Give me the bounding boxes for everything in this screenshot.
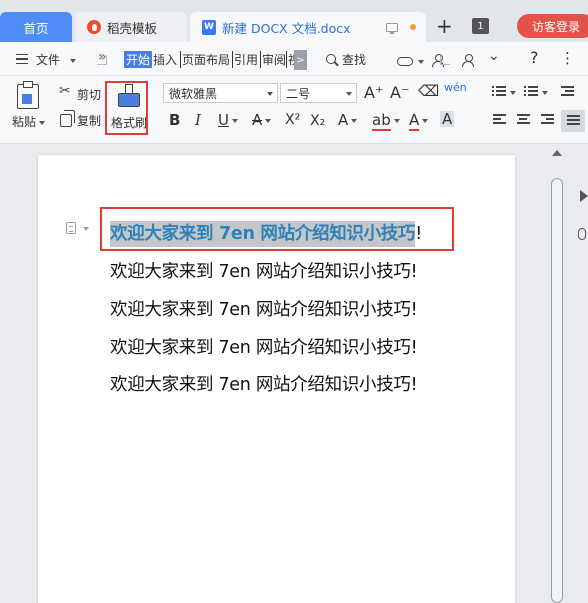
cloud-icon[interactable]: [397, 57, 413, 66]
chevron-down-icon: [69, 58, 76, 63]
cut-button[interactable]: 剪切: [77, 86, 101, 103]
search-icon: [326, 54, 336, 64]
chevron-down-icon: [267, 92, 273, 96]
char-shading-button[interactable]: A: [440, 111, 455, 127]
italic-button[interactable]: I: [195, 112, 201, 128]
decrease-indent-icon[interactable]: [561, 86, 574, 98]
guest-login-button[interactable]: 访客登录: [517, 14, 588, 38]
tab-home-label: 首页: [23, 20, 49, 36]
pinyin-guide-button[interactable]: wén: [444, 80, 467, 96]
text-effect-dropdown-icon: [351, 118, 358, 123]
paste-dropdown-icon: [39, 120, 46, 125]
document-line[interactable]: 欢迎大家来到 7en 网站介绍知识小技巧!: [110, 296, 418, 321]
tab-template-label: 稻壳模板: [107, 20, 158, 36]
window-count-badge[interactable]: 1: [472, 18, 489, 34]
highlight-label: ab: [372, 111, 391, 131]
tab-start[interactable]: 开始: [124, 51, 153, 68]
font-name-value: 微软雅黑: [169, 86, 218, 101]
chevron-down-icon: [346, 92, 352, 96]
paste-button[interactable]: 粘贴: [12, 113, 46, 130]
bullet-dropdown-icon[interactable]: [510, 91, 516, 95]
shrink-font-button[interactable]: A⁻: [390, 85, 409, 101]
align-left-icon[interactable]: [493, 114, 506, 126]
menu-bar: 文件 » 开始 插入 页面布局 引用 审阅 视 > 查找 ⌄ ? ⋮: [0, 42, 588, 76]
justify-icon: [567, 115, 580, 127]
side-panel-clip-icon[interactable]: [578, 228, 586, 240]
bullet-list-icon[interactable]: [492, 86, 506, 98]
copy-button[interactable]: 复制: [77, 112, 101, 129]
font-color-dropdown-icon: [422, 118, 429, 123]
tab-page-layout[interactable]: 页面布局: [180, 51, 230, 68]
tab-insert[interactable]: 插入: [153, 51, 177, 68]
new-tab-button[interactable]: +: [436, 16, 453, 36]
font-size-value: 二号: [286, 86, 311, 101]
vertical-scrollbar[interactable]: [551, 178, 563, 603]
scissors-icon: ✂: [59, 83, 71, 99]
document-line[interactable]: 欢迎大家来到 7en 网站介绍知识小技巧!: [110, 334, 418, 359]
strikethrough-label: A: [252, 111, 263, 129]
document-line[interactable]: 欢迎大家来到 7en 网站介绍知识小技巧!: [110, 258, 418, 283]
more-tools-chevron-icon[interactable]: ⌄: [488, 48, 500, 64]
tab-home[interactable]: 首页: [0, 12, 72, 42]
align-right-icon[interactable]: [541, 114, 554, 126]
clear-format-eraser-icon[interactable]: ⌫: [418, 83, 439, 99]
copy-icon: [60, 110, 75, 127]
font-name-select[interactable]: 微软雅黑: [163, 83, 278, 103]
share-user-icon[interactable]: [462, 54, 474, 67]
numbered-dropdown-icon[interactable]: [542, 91, 548, 95]
unsaved-dot-icon: [410, 24, 416, 30]
tab-view[interactable]: 视: [286, 51, 294, 68]
underline-button[interactable]: U: [218, 112, 238, 128]
tab-template[interactable]: 稻壳模板: [75, 12, 187, 42]
document-line[interactable]: 欢迎大家来到 7en 网站介绍知识小技巧!: [110, 371, 418, 396]
hamburger-menu-icon[interactable]: [16, 54, 28, 64]
monitor-icon[interactable]: [386, 22, 398, 34]
highlight-button[interactable]: ab: [372, 111, 400, 131]
paste-label: 粘贴: [12, 115, 37, 129]
paragraph-handle-icon[interactable]: [66, 222, 76, 234]
underline-label: U: [218, 111, 229, 129]
ribbon-toolbar: 粘贴 ✂ 剪切 复制 格式刷 微软雅黑 二号 A⁺ A⁻ ⌫ wén B I U…: [0, 76, 588, 144]
cloud-dropdown-icon[interactable]: [418, 60, 424, 64]
align-center-icon[interactable]: [517, 114, 530, 126]
margin-corner-mark: [440, 55, 450, 65]
highlight-dropdown-icon: [393, 118, 400, 123]
numbered-list-icon[interactable]: [524, 86, 538, 98]
search-label[interactable]: 查找: [342, 51, 366, 68]
margin-corner-mark: [97, 55, 107, 65]
font-size-select[interactable]: 二号: [280, 83, 357, 103]
file-menu-label: 文件: [36, 53, 61, 67]
file-menu[interactable]: 文件: [36, 51, 76, 68]
font-color-label: A: [409, 111, 420, 131]
font-color-button[interactable]: A: [409, 111, 429, 131]
paragraph-handle-dropdown-icon[interactable]: [83, 227, 89, 231]
format-painter-highlight-frame: [105, 81, 148, 135]
superscript-button[interactable]: X²: [285, 112, 300, 128]
grow-font-button[interactable]: A⁺: [364, 85, 383, 101]
scroll-up-arrow-icon[interactable]: [552, 150, 562, 156]
tabs-overflow-button[interactable]: >: [294, 50, 307, 70]
help-icon[interactable]: ?: [530, 48, 539, 67]
strikethrough-dropdown-icon: [265, 118, 272, 123]
word-doc-icon: W: [202, 19, 216, 35]
more-options-icon[interactable]: ⋮: [560, 49, 575, 67]
justify-button[interactable]: [561, 110, 585, 132]
side-panel-arrow-icon[interactable]: [580, 190, 588, 202]
bold-button[interactable]: B: [169, 112, 180, 128]
title-tab-bar: 首页 稻壳模板 W 新建 DOCX 文档.docx + 1 访客登录: [0, 0, 588, 42]
tab-document-label: 新建 DOCX 文档.docx: [222, 20, 351, 36]
underline-dropdown-icon: [231, 118, 238, 123]
strikethrough-button[interactable]: A: [252, 111, 272, 129]
tab-review[interactable]: 审阅: [260, 51, 286, 68]
paste-icon[interactable]: [17, 81, 39, 109]
text-effect-label: A: [338, 111, 349, 129]
docer-logo-icon: [87, 20, 101, 34]
subscript-button[interactable]: X₂: [310, 113, 325, 129]
tab-references[interactable]: 引用: [232, 51, 258, 68]
text-effect-button[interactable]: A: [338, 111, 358, 129]
selection-highlight-frame: [100, 207, 454, 251]
tab-document[interactable]: W 新建 DOCX 文档.docx: [190, 12, 426, 42]
